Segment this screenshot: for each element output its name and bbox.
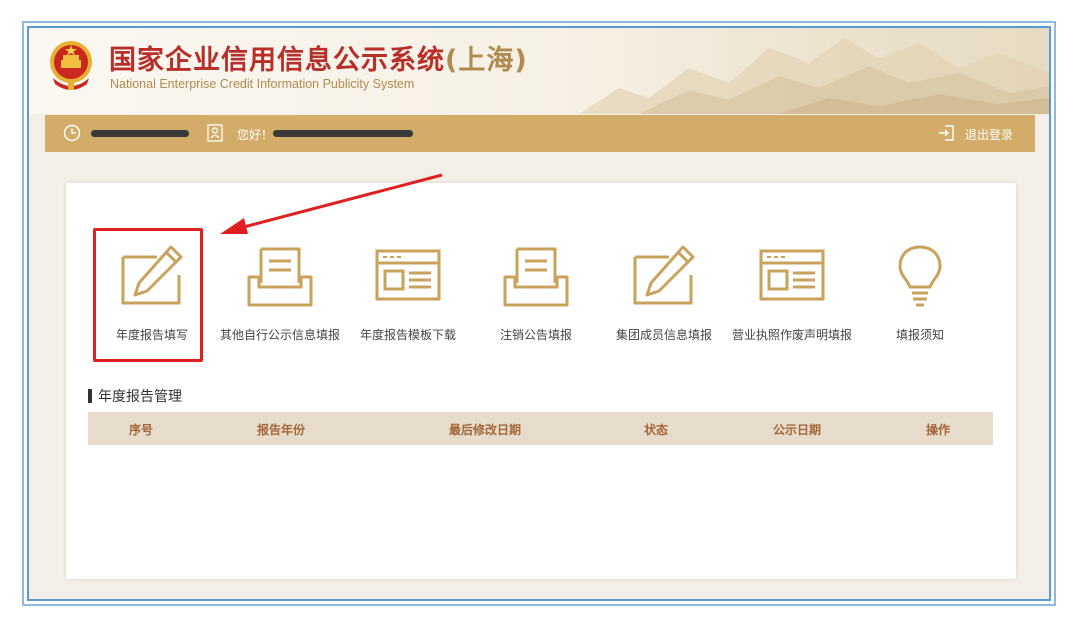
tile-label: 其他自行公示信息填报 — [219, 328, 340, 342]
column-header: 报告年份 — [256, 423, 306, 437]
lightbulb-icon — [898, 245, 942, 307]
red-arrow-annotation — [220, 173, 443, 234]
app-window: 国家企业信用信息公示系统(上海) National Enterprise Cre… — [27, 26, 1051, 601]
section-title: 年度报告管理 — [88, 386, 182, 406]
top-bar: 您好！ 退出登录 — [45, 115, 1035, 152]
header: 国家企业信用信息公示系统(上海) National Enterprise Cre… — [29, 28, 1049, 114]
tile-deregistration-notice[interactable]: 注销公告填报 — [472, 243, 600, 363]
inbox-tray-icon — [503, 247, 569, 307]
column-header: 公示日期 — [772, 423, 822, 437]
tile-license-void-statement[interactable]: 营业执照作废声明填报 — [728, 243, 856, 363]
app-subtitle: National Enterprise Credit Information P… — [110, 77, 415, 91]
app-title: 国家企业信用信息公示系统(上海) — [109, 38, 528, 77]
logout-link[interactable]: 退出登录 — [965, 126, 1013, 143]
tile-filing-instructions[interactable]: 填报须知 — [856, 243, 984, 363]
app-title-region: (上海) — [445, 45, 528, 76]
column-header: 最后修改日期 — [448, 423, 522, 437]
tile-group-member-info[interactable]: 集团成员信息填报 — [600, 243, 728, 363]
template-window-icon — [759, 249, 825, 301]
mountain-background — [579, 38, 1049, 114]
highlight-box — [93, 228, 203, 362]
app-title-main: 国家企业信用信息公示系统 — [109, 45, 445, 76]
logout-icon[interactable] — [937, 124, 955, 142]
clock-icon — [63, 124, 81, 142]
tile-label: 注销公告填报 — [499, 328, 572, 342]
tile-label: 年度报告模板下载 — [359, 328, 456, 342]
template-window-icon — [375, 249, 441, 301]
user-icon — [207, 124, 223, 142]
tile-label: 填报须知 — [895, 328, 944, 342]
redacted-date — [91, 130, 189, 137]
national-emblem-icon — [50, 41, 92, 90]
main-panel: 年度报告填写 其他自行公示信息填报 年度报告模板下载 注销公告填报 集团成员信息… — [66, 173, 1016, 579]
column-header: 状态 — [643, 423, 669, 437]
tile-other-self-disclosure[interactable]: 其他自行公示信息填报 — [216, 243, 344, 363]
column-header: 序号 — [128, 423, 154, 437]
tile-template-download[interactable]: 年度报告模板下载 — [344, 243, 472, 363]
greeting-text: 您好！ — [237, 128, 274, 142]
report-table-header: 序号 报告年份 最后修改日期 状态 公示日期 操作 — [88, 412, 993, 445]
tile-label: 营业执照作废声明填报 — [731, 328, 852, 342]
section-title-text: 年度报告管理 — [98, 389, 182, 405]
tile-label: 集团成员信息填报 — [615, 328, 712, 342]
inbox-tray-icon — [247, 247, 313, 307]
redacted-username — [273, 130, 413, 137]
edit-icon — [633, 245, 695, 305]
column-header: 操作 — [925, 423, 951, 437]
